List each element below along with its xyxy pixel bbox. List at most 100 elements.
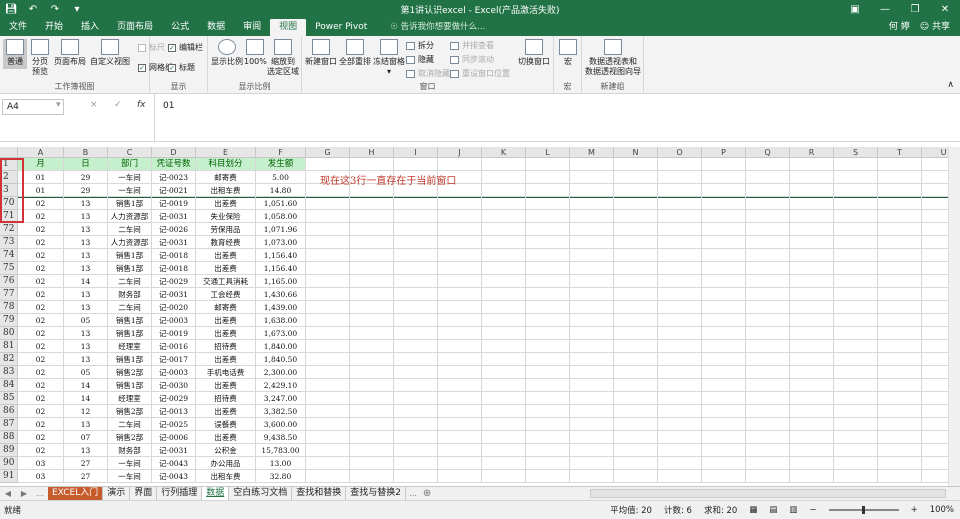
table-cell[interactable] <box>878 340 922 353</box>
table-cell[interactable] <box>790 379 834 392</box>
table-cell[interactable] <box>438 340 482 353</box>
table-cell[interactable]: 出差费 <box>196 249 256 262</box>
reset-window-position-button[interactable]: 重设窗口位置 <box>450 68 510 79</box>
table-cell[interactable] <box>834 197 878 210</box>
table-cell[interactable] <box>834 392 878 405</box>
table-cell[interactable] <box>526 223 570 236</box>
minimize-icon[interactable]: — <box>870 4 900 15</box>
column-header[interactable]: J <box>438 147 482 158</box>
table-cell[interactable] <box>878 184 922 197</box>
table-header-cell[interactable] <box>350 158 394 171</box>
table-cell[interactable] <box>702 197 746 210</box>
table-cell[interactable]: 销售1部 <box>108 327 152 340</box>
table-cell[interactable]: 1,673.00 <box>256 327 306 340</box>
table-cell[interactable] <box>790 327 834 340</box>
zoom-button[interactable]: 显示比例 <box>210 39 244 67</box>
table-cell[interactable] <box>614 275 658 288</box>
table-cell[interactable] <box>702 470 746 483</box>
table-cell[interactable] <box>438 405 482 418</box>
table-cell[interactable] <box>526 366 570 379</box>
table-cell[interactable] <box>306 236 350 249</box>
table-cell[interactable]: 销售2部 <box>108 366 152 379</box>
split-button[interactable]: 拆分 <box>406 40 434 51</box>
row-header[interactable]: 81 <box>0 340 18 353</box>
table-cell[interactable] <box>526 210 570 223</box>
table-cell[interactable] <box>394 392 438 405</box>
table-cell[interactable] <box>438 223 482 236</box>
select-all-corner[interactable] <box>0 147 18 158</box>
table-cell[interactable] <box>746 340 790 353</box>
table-cell[interactable] <box>878 392 922 405</box>
table-cell[interactable]: 29 <box>64 171 108 184</box>
table-cell[interactable] <box>702 405 746 418</box>
column-header[interactable]: Q <box>746 147 790 158</box>
table-cell[interactable] <box>878 236 922 249</box>
table-cell[interactable] <box>790 457 834 470</box>
table-cell[interactable] <box>878 314 922 327</box>
table-cell[interactable]: 13 <box>64 353 108 366</box>
table-cell[interactable] <box>570 171 614 184</box>
column-header[interactable]: O <box>658 147 702 158</box>
sheet-tab-demo[interactable]: 演示 <box>103 487 131 500</box>
table-cell[interactable] <box>394 418 438 431</box>
table-cell[interactable]: 二车间 <box>108 301 152 314</box>
hide-button[interactable]: 隐藏 <box>406 54 434 65</box>
table-cell[interactable] <box>438 236 482 249</box>
table-header-cell[interactable] <box>394 158 438 171</box>
table-cell[interactable]: 教育经费 <box>196 236 256 249</box>
table-cell[interactable]: 人力资源部 <box>108 210 152 223</box>
table-cell[interactable] <box>746 184 790 197</box>
row-header[interactable]: 73 <box>0 236 18 249</box>
table-cell[interactable]: 出差费 <box>196 327 256 340</box>
table-cell[interactable] <box>746 405 790 418</box>
column-header[interactable]: H <box>350 147 394 158</box>
row-header[interactable]: 80 <box>0 327 18 340</box>
table-cell[interactable] <box>482 405 526 418</box>
table-cell[interactable]: 27 <box>64 470 108 483</box>
table-cell[interactable] <box>878 262 922 275</box>
table-cell[interactable] <box>702 457 746 470</box>
table-header-cell[interactable] <box>790 158 834 171</box>
formula-bar-checkbox[interactable]: ✓ 编辑栏 <box>168 42 203 53</box>
pivot-wizard-button[interactable]: 数据透视表和 数据透视图向导 <box>584 39 642 77</box>
table-cell[interactable]: 1,165.00 <box>256 275 306 288</box>
zoom-out-icon[interactable]: − <box>809 505 816 515</box>
freeze-panes-button[interactable]: 冻结窗格▾ <box>372 39 406 77</box>
row-header[interactable]: 85 <box>0 392 18 405</box>
table-cell[interactable]: 招待费 <box>196 340 256 353</box>
table-cell[interactable]: 1,156.40 <box>256 262 306 275</box>
table-cell[interactable] <box>614 353 658 366</box>
table-cell[interactable] <box>394 288 438 301</box>
table-cell[interactable] <box>702 171 746 184</box>
table-header-cell[interactable] <box>526 158 570 171</box>
table-cell[interactable] <box>438 353 482 366</box>
column-header[interactable]: T <box>878 147 922 158</box>
tab-formulas[interactable]: 公式 <box>162 19 198 36</box>
table-cell[interactable]: 1,638.00 <box>256 314 306 327</box>
table-cell[interactable] <box>438 275 482 288</box>
table-cell[interactable] <box>482 431 526 444</box>
restore-icon[interactable]: ❐ <box>900 4 930 15</box>
table-cell[interactable] <box>350 392 394 405</box>
table-header-cell[interactable]: 凭证号数 <box>152 158 196 171</box>
table-cell[interactable]: 07 <box>64 431 108 444</box>
table-cell[interactable] <box>526 457 570 470</box>
table-cell[interactable] <box>482 314 526 327</box>
table-cell[interactable] <box>526 470 570 483</box>
table-cell[interactable]: 13 <box>64 236 108 249</box>
table-cell[interactable]: 02 <box>18 197 64 210</box>
table-cell[interactable] <box>790 236 834 249</box>
zoom-in-icon[interactable]: + <box>911 505 918 515</box>
table-cell[interactable] <box>570 223 614 236</box>
table-cell[interactable]: 一车间 <box>108 171 152 184</box>
table-cell[interactable] <box>790 288 834 301</box>
table-cell[interactable] <box>614 340 658 353</box>
table-cell[interactable]: 02 <box>18 288 64 301</box>
table-cell[interactable] <box>570 379 614 392</box>
table-cell[interactable] <box>526 197 570 210</box>
table-cell[interactable]: 失业保险 <box>196 210 256 223</box>
table-header-cell[interactable] <box>878 158 922 171</box>
table-cell[interactable] <box>790 210 834 223</box>
table-cell[interactable] <box>658 275 702 288</box>
table-cell[interactable] <box>702 431 746 444</box>
